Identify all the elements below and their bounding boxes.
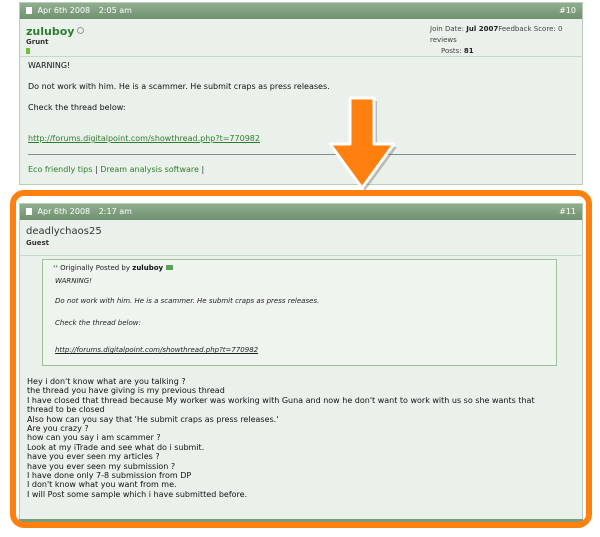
message-line: Check the thread below: bbox=[28, 103, 126, 112]
quote-prefix: Originally Posted by bbox=[60, 264, 131, 272]
user-rank: Grunt bbox=[26, 38, 49, 46]
message-line: Do not work with him. He is a scammer. H… bbox=[28, 82, 330, 91]
post-number-link[interactable]: #11 bbox=[559, 204, 576, 220]
post-11: Apr 6th 2008 2:17 am #11 deadlychaos25 G… bbox=[19, 203, 583, 523]
offline-status-icon bbox=[77, 27, 85, 34]
document-icon bbox=[26, 7, 32, 14]
post-10: Apr 6th 2008 2:05 am #10 zuluboy Grunt J… bbox=[19, 2, 583, 185]
reply-line: Also how can you say that 'He submit cra… bbox=[27, 414, 279, 424]
reply-line: how can you say i am scammer ? bbox=[27, 433, 161, 443]
signature: Eco friendly tips | Dream analysis softw… bbox=[28, 165, 204, 174]
quote-header: ❛❛ Originally Posted by zuluboy bbox=[53, 264, 174, 272]
reply-line: I have done only 7-8 submission from DP bbox=[27, 471, 192, 481]
post-time: 2:17 am bbox=[98, 207, 132, 216]
username: deadlychaos25 bbox=[26, 226, 102, 237]
post-header: Apr 6th 2008 2:17 am #11 bbox=[20, 204, 582, 220]
post-time: 2:05 am bbox=[98, 6, 132, 15]
username-text[interactable]: zuluboy bbox=[26, 25, 74, 38]
post-header: Apr 6th 2008 2:05 am #10 bbox=[20, 3, 582, 19]
quote-thread-link[interactable]: http://forums.digitalpoint.com/showthrea… bbox=[55, 346, 258, 354]
signature-separator: | bbox=[201, 165, 205, 174]
signature-divider bbox=[28, 154, 576, 155]
join-date-label: Join Date: bbox=[430, 25, 465, 33]
reply-line: Hey i don't know what are you talking ? bbox=[27, 377, 186, 386]
thread-link[interactable]: http://forums.digitalpoint.com/showthrea… bbox=[28, 133, 578, 144]
user-info: deadlychaos25 Guest bbox=[20, 220, 582, 256]
dream-analysis-link[interactable]: Dream analysis software bbox=[100, 165, 199, 174]
quote-icon: ❛❛ bbox=[53, 264, 58, 272]
view-post-icon[interactable] bbox=[166, 265, 174, 270]
reply-line: I don't know what you want from me. bbox=[27, 480, 177, 490]
eco-friendly-tips-link[interactable]: Eco friendly tips bbox=[28, 165, 92, 174]
reply-message: Hey i don't know what are you talking ? … bbox=[27, 377, 579, 499]
user-meta: Join Date: Jul 2007Feedback Score: 0 rev… bbox=[430, 24, 580, 57]
reply-line: thread to be closed bbox=[27, 405, 105, 415]
reply-line: the thread you have giving is my previou… bbox=[27, 386, 225, 396]
message-line: WARNING! bbox=[28, 61, 71, 70]
quote-box: ❛❛ Originally Posted by zuluboy WARNING!… bbox=[42, 259, 557, 366]
quote-line: WARNING! bbox=[55, 277, 92, 285]
reply-line: Are you crazy ? bbox=[27, 424, 89, 434]
quote-line: Check the thread below: bbox=[55, 319, 141, 327]
screenshot-canvas: Apr 6th 2008 2:05 am #10 zuluboy Grunt J… bbox=[0, 0, 600, 537]
post-footer-strip bbox=[19, 519, 583, 523]
feedback-label: Feedback Score: bbox=[498, 25, 556, 33]
quote-author: zuluboy bbox=[132, 264, 164, 272]
post-date: Apr 6th 2008 bbox=[37, 6, 91, 15]
posts-value: 81 bbox=[463, 47, 474, 55]
signature-separator: | bbox=[94, 165, 98, 174]
post-number-link[interactable]: #10 bbox=[559, 3, 576, 19]
posts-row: Posts: 81 bbox=[430, 46, 580, 57]
username-link[interactable]: zuluboy bbox=[26, 25, 85, 38]
reply-line: I have closed that thread because My wor… bbox=[27, 395, 535, 405]
user-rank: Guest bbox=[26, 239, 49, 247]
reputation-icon bbox=[26, 48, 30, 54]
document-icon bbox=[26, 208, 32, 215]
posts-label: Posts: bbox=[441, 47, 462, 55]
post-message: WARNING! Do not work with him. He is a s… bbox=[28, 60, 578, 144]
join-date-value: Jul 2007 bbox=[466, 25, 499, 33]
post-date: Apr 6th 2008 bbox=[37, 207, 91, 216]
orange-arrow-icon bbox=[328, 96, 397, 191]
join-date-row: Join Date: Jul 2007Feedback Score: 0 rev… bbox=[430, 24, 580, 46]
reply-line: have you ever seen my submission ? bbox=[27, 461, 176, 471]
reply-line: have you ever seen my articles ? bbox=[27, 452, 160, 462]
quote-line: Do not work with him. He is a scammer. H… bbox=[55, 297, 320, 305]
reply-line: Look at my iTrade and see what do i subm… bbox=[27, 442, 205, 452]
user-info: zuluboy Grunt Join Date: Jul 2007Feedbac… bbox=[20, 19, 582, 57]
reply-line: I will Post some sample which i have sub… bbox=[27, 489, 248, 499]
